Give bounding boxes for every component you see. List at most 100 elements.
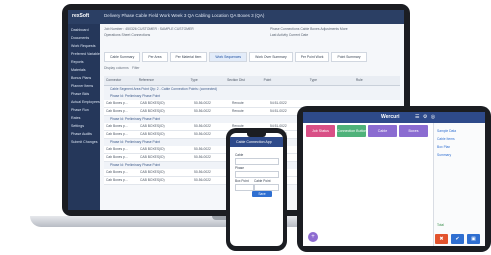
sidebar-item-planner-items[interactable]: Planner Items (71, 84, 93, 88)
table-cell: CAB BOXES(ID) (140, 170, 165, 174)
cable-button[interactable]: Cable (368, 125, 397, 137)
box-point-label: Box Point (235, 179, 249, 183)
job-info: Job Number : 450326 CUSTOMER : SAMPLE CU… (104, 27, 194, 31)
table-cell: Cab Boxes p... (106, 109, 128, 113)
table-cell: CAB BOXES(ID) (140, 109, 165, 113)
layout-icon[interactable]: ▣ (467, 234, 480, 244)
box-point-field[interactable] (235, 184, 254, 191)
cable-point-label: Cable Point (254, 179, 271, 183)
sidebar-item-phase-bids[interactable]: Phase Bids (71, 92, 89, 96)
table-cell: 50-56-0022 (194, 170, 211, 174)
breadcrumb[interactable]: Operations Sheet Connections (104, 33, 150, 37)
save-button[interactable]: Save (252, 191, 272, 197)
table-cell: Cab Boxes p... (106, 124, 128, 128)
table-cell: Cab Boxes p... (106, 178, 128, 182)
tablet-action-buttons: Job Status Connection Buttons Cable Boxe… (306, 125, 428, 137)
table-cell: Cab Boxes p... (106, 101, 128, 105)
tablet-logo: Wercuri (381, 114, 400, 120)
job-meta: Phase Connections Cable Boxes Adjustment… (270, 27, 348, 31)
sidebar-item-phase-run[interactable]: Phase Run (71, 108, 89, 112)
table-cell: Cab Boxes p... (106, 147, 128, 151)
table-cell: CAB BOXES(ID) (140, 101, 165, 105)
group-row[interactable]: Cable Segment Area Point Qty: 2 - Cable … (104, 86, 400, 93)
side-link[interactable]: Box Plan (437, 145, 450, 149)
table-cell: 50-56-0022 (194, 109, 211, 113)
sidebar-item-actual-employees[interactable]: Actual Employees (71, 100, 100, 104)
cable-field[interactable] (235, 158, 279, 165)
side-link[interactable]: Summary (437, 153, 451, 157)
tablet-side-panel: Sample Data Cable Items Box Plan Summary… (433, 123, 485, 246)
table-cell: Cab Boxes p... (106, 155, 128, 159)
phase-label: Phase (235, 166, 245, 170)
job-status-button[interactable]: Job Status (306, 125, 335, 137)
table-cell: 50-56-0022 (194, 124, 211, 128)
column-header[interactable]: Section Dist (225, 76, 262, 85)
confirm-icon[interactable]: ✔ (451, 234, 464, 244)
tab-per-point-work[interactable]: Per Point Work (294, 52, 330, 62)
sidebar-item-rates[interactable]: Rates (71, 116, 80, 120)
sidebar-item-submit-changes[interactable]: Submit Changes (71, 140, 98, 144)
column-header[interactable]: Point (262, 76, 308, 85)
table-cell: Cab Boxes p... (106, 132, 128, 136)
table-cell: Reroute (232, 109, 244, 113)
filter-button[interactable]: Filter (132, 66, 140, 70)
window-title: Delivery Phase Cable Field Work Week 3 Q… (104, 13, 265, 18)
last-activity: Last Activity Current Date (270, 33, 309, 37)
group-row[interactable]: Phase Id: Preliminary Phase Point (104, 93, 400, 100)
table-cell: CAB BOXES(ID) (140, 155, 165, 159)
cable-label: Cable (235, 153, 244, 157)
table-cell: CAB BOXES(ID) (140, 178, 165, 182)
table-header: Connector Reference Type Section Dist Po… (104, 76, 400, 86)
phone-screen: Cable Connection App Cable Phase Box Poi… (230, 133, 283, 246)
phone-title: Cable Connection App (236, 140, 272, 144)
side-link[interactable]: Cable Items (437, 137, 455, 141)
tab-work-over-summary[interactable]: Work Over Summary (249, 52, 293, 62)
display-columns-button[interactable]: Display columns (104, 66, 129, 70)
table-cell: 50-56-0022 (194, 155, 211, 159)
phase-field[interactable] (235, 171, 279, 178)
column-header[interactable]: Type (308, 76, 354, 85)
table-cell: 50-56-0022 (194, 178, 211, 182)
sidebar: Dashboard Documents Work Requests Prefer… (68, 24, 102, 210)
sidebar-item-dashboard[interactable]: Dashboard (71, 28, 89, 32)
add-icon[interactable]: + (308, 232, 318, 242)
column-header[interactable]: Type (189, 76, 226, 85)
tablet-header: Wercuri ☰ ⚙ ◎ (303, 112, 485, 123)
app-header: rexSoft Delivery Phase Cable Field Work … (68, 10, 404, 24)
column-header[interactable]: Reference (137, 76, 189, 85)
sidebar-item-phase-audits[interactable]: Phase Audits (71, 132, 92, 136)
tab-bar: Cable Summary Per Area Per Material Item… (104, 52, 400, 62)
tab-per-material-item[interactable]: Per Material Item (169, 52, 208, 62)
total-label: Total (437, 223, 444, 227)
sidebar-item-materials[interactable]: Materials (71, 68, 86, 72)
sidebar-item-settings[interactable]: Settings (71, 124, 84, 128)
cable-point-field[interactable] (254, 184, 279, 191)
app-logo: rexSoft (72, 13, 90, 19)
connection-buttons-button[interactable]: Connection Buttons (337, 125, 366, 137)
table-cell: CAB BOXES(ID) (140, 124, 165, 128)
column-header[interactable]: Rule (354, 76, 400, 85)
table-cell: CAB BOXES(ID) (140, 147, 165, 151)
sidebar-item-bonus-plans[interactable]: Bonus Plans (71, 76, 91, 80)
sidebar-item-documents[interactable]: Documents (71, 36, 89, 40)
table-cell: Reroute (232, 101, 244, 105)
column-header[interactable]: Connector (104, 76, 137, 85)
table-cell: 50-56-0022 (194, 101, 211, 105)
table-cell: 50-56-0022 (194, 147, 211, 151)
sidebar-item-preferred-variables[interactable]: Preferred Variables (71, 52, 102, 56)
boxes-button[interactable]: Boxes (399, 125, 428, 137)
tab-point-summary[interactable]: Point Summary (331, 52, 367, 62)
side-link[interactable]: Sample Data (437, 129, 456, 133)
tab-cable-summary[interactable]: Cable Summary (104, 52, 141, 62)
header-icons[interactable]: ☰ ⚙ ◎ (415, 114, 436, 120)
tab-per-area[interactable]: Per Area (142, 52, 168, 62)
table-cell: 50-56-0022 (194, 132, 211, 136)
sidebar-item-reports[interactable]: Reports (71, 60, 84, 64)
tablet-screen: Wercuri ☰ ⚙ ◎ Job Status Connection Butt… (303, 112, 485, 246)
table-cell: CAB BOXES(ID) (140, 132, 165, 136)
tab-work-sequences[interactable]: Work Sequences (209, 52, 248, 62)
cancel-icon[interactable]: ✖ (435, 234, 448, 244)
sidebar-item-work-requests[interactable]: Work Requests (71, 44, 96, 48)
table-cell: Cab Boxes p... (106, 170, 128, 174)
phone-notch (247, 133, 266, 137)
